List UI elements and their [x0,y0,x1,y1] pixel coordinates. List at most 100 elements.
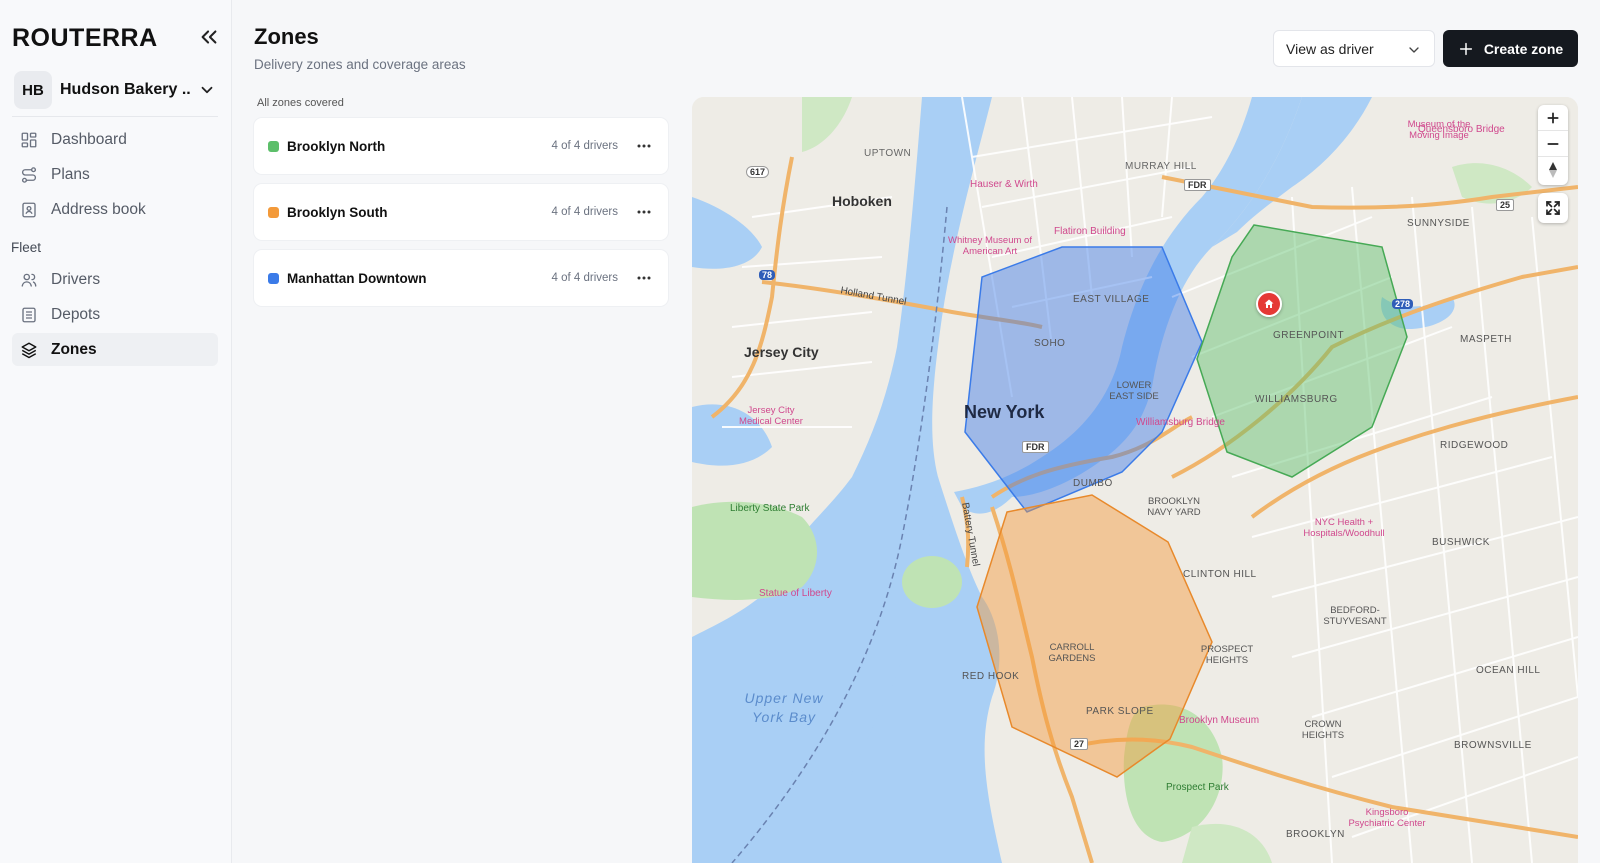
building-icon [22,307,36,322]
map-label-bedford-stuyvesant: BEDFORD-STUYVESANT [1323,605,1387,627]
map-label-murray-hill: MURRAY HILL [1125,161,1197,172]
map-label-nyc-health: NYC Health + Hospitals/Woodhull [1303,517,1385,539]
map-label-crown-heights: CROWN HEIGHTS [1301,719,1345,741]
depot-marker[interactable] [1256,291,1282,317]
sidebar-divider [12,116,218,117]
sidebar-item-label: Zones [51,340,97,358]
create-zone-button[interactable]: Create zone [1443,30,1578,67]
fullscreen-button[interactable] [1538,193,1568,223]
route-icon [21,166,37,183]
highway-fdr-shield-north: FDR [1184,179,1211,191]
map-label-williamsburg: WILLIAMSBURG [1255,394,1338,405]
map-label-whitney: Whitney Museum of American Art [948,235,1032,257]
plus-icon [1459,42,1472,55]
sidebar-item-label: Depots [51,305,101,323]
sidebar-item-drivers[interactable]: Drivers [12,263,218,296]
collapse-sidebar-button[interactable] [198,26,220,48]
zone-card-manhattan-downtown[interactable]: Manhattan Downtown 4 of 4 drivers [254,250,668,306]
zone-name: Brooklyn North [287,138,386,154]
map-label-new-york: New York [964,402,1045,422]
map-label-upper-bay: Upper New York Bay [744,690,824,725]
zone-card-brooklyn-north[interactable]: Brooklyn North 4 of 4 drivers [254,118,668,174]
highway-25-shield: 25 [1496,199,1515,211]
reset-north-button[interactable] [1538,157,1568,183]
address-book-icon [22,202,36,217]
zoom-in-button[interactable] [1538,105,1568,131]
zones-map[interactable]: Hoboken Jersey City New York UPTOWN MURR… [692,97,1578,863]
map-label-dumbo: DUMBO [1073,478,1113,489]
map-label-park-slope: PARK SLOPE [1086,706,1154,717]
page-title: Zones [254,24,319,49]
app-logo: ROUTERRA [12,24,158,52]
dashboard-icon [21,132,37,147]
map-label-brownsville: BROWNSVILLE [1454,740,1532,751]
home-icon [1264,299,1274,308]
map-label-bushwick: BUSHWICK [1432,537,1490,548]
map-label-ridgewood: RIDGEWOOD [1440,440,1509,451]
sidebar-item-label: Drivers [51,270,101,288]
map-label-kingsboro: Kingsboro Psychiatric Center [1348,807,1426,829]
map-label-jersey-city: Jersey City [744,344,819,360]
zoom-out-button[interactable] [1538,131,1568,157]
double-chevron-left-icon [201,30,217,44]
sidebar-item-label: Plans [51,165,90,183]
more-horizontal-icon [637,210,651,214]
highway-78-shield: 78 [759,270,776,280]
map-label-ocean-hill: OCEAN HILL [1476,665,1541,676]
sidebar: ROUTERRA HB Hudson Bakery ... Dashboard … [0,0,232,863]
map-label-statue-of-liberty: Statue of Liberty [759,588,832,599]
fleet-section-label: Fleet [11,240,42,255]
users-icon [21,273,37,287]
zone-drivers-count: 4 of 4 drivers [551,206,618,218]
liberty-state-park [692,501,817,600]
plus-icon [1547,111,1559,124]
map-label-soho: SOHO [1034,338,1066,349]
sidebar-item-label: Address book [51,200,146,218]
map-label-brooklyn: BROOKLYN [1286,829,1345,840]
page-subtitle: Delivery zones and coverage areas [254,57,466,72]
org-name: Hudson Bakery ... [60,81,190,98]
sidebar-item-address-book[interactable]: Address book [12,193,218,226]
map-label-hoboken: Hoboken [832,193,892,209]
highway-27-shield: 27 [1070,738,1089,750]
highway-fdr-shield: FDR [1022,441,1049,453]
zone-drivers-count: 4 of 4 drivers [551,272,618,284]
sidebar-item-dashboard[interactable]: Dashboard [12,123,218,156]
sidebar-item-plans[interactable]: Plans [12,158,218,191]
sidebar-item-zones[interactable]: Zones [12,333,218,366]
map-label-sunnyside: SUNNYSIDE [1407,218,1470,229]
map-label-maspeth: MASPETH [1460,334,1512,345]
compass-icon [1549,162,1557,178]
map-label-moving-image: Museum of the Moving Image [1407,119,1471,141]
map-label-brooklyn-museum: Brooklyn Museum [1179,715,1260,726]
org-avatar: HB [14,71,52,109]
zones-status: All zones covered [257,97,344,109]
chevron-down-icon [201,86,213,94]
sidebar-item-depots[interactable]: Depots [12,298,218,331]
minus-icon [1547,142,1559,145]
zone-name: Brooklyn South [287,204,388,220]
more-horizontal-icon [637,144,651,148]
zone-more-button[interactable] [634,136,654,156]
map-label-clinton-hill: CLINTON HILL [1183,569,1257,580]
view-as-value: View as driver [1286,40,1374,57]
chevron-down-icon [1409,47,1419,53]
zone-color-swatch [268,272,279,284]
map-label-uptown: UPTOWN [864,148,912,159]
zone-card-brooklyn-south[interactable]: Brooklyn South 4 of 4 drivers [254,184,668,240]
map-label-east-village: EAST VILLAGE [1073,294,1150,305]
zone-color-swatch [268,206,279,218]
more-horizontal-icon [637,276,651,280]
map-label-red-hook: RED HOOK [962,671,1020,682]
map-label-lower-east-side: LOWER EAST SIDE [1109,380,1159,402]
zone-more-button[interactable] [634,268,654,288]
map-canvas[interactable] [692,97,1578,863]
highway-278-shield: 278 [1392,299,1414,309]
map-label-prospect-park: Prospect Park [1166,782,1229,793]
organization-switcher[interactable]: HB Hudson Bakery ... [14,70,218,110]
map-zoom-controls [1538,105,1568,185]
map-label-williamsburg-bridge: Williamsburg Bridge [1136,417,1225,428]
view-as-select[interactable]: View as driver [1273,30,1435,67]
highway-617-shield: 617 [746,166,770,178]
zone-more-button[interactable] [634,202,654,222]
